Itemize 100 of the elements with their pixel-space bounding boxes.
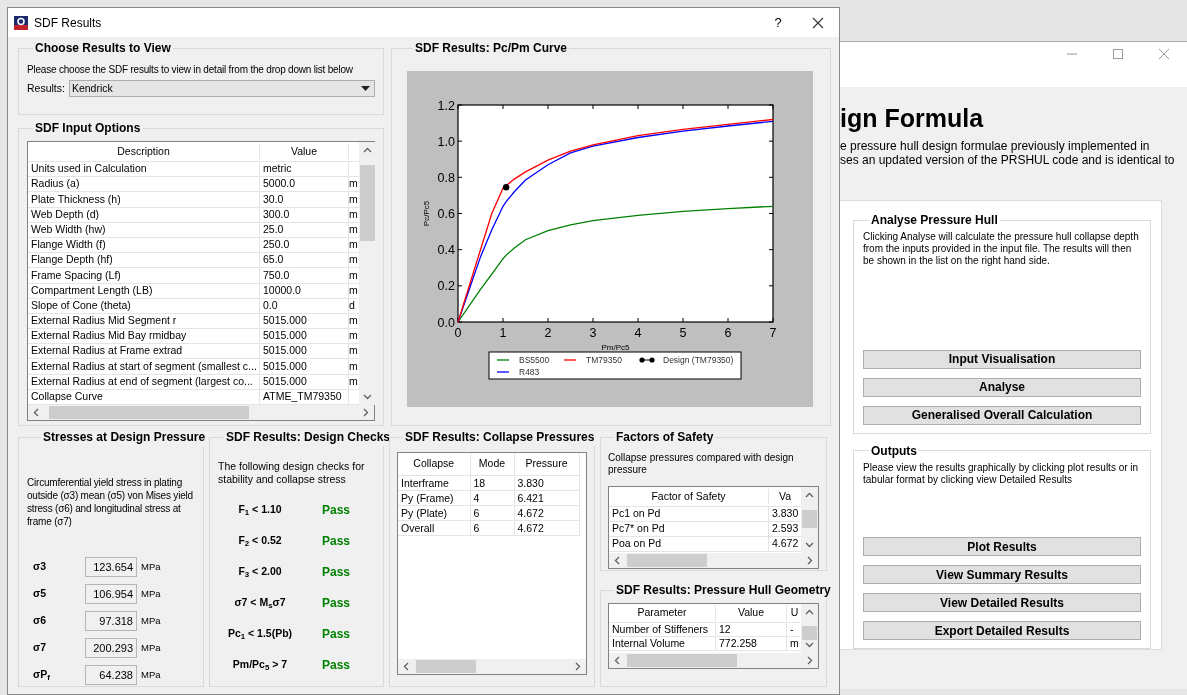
scroll-thumb[interactable] [802,626,817,640]
description-text: Clicking Analyse will calculate the pressure hull collapse depth from the inputs provided in the input file. The results will then be shown in the list on the right hand side. [863,231,1140,267]
table-cell: 18 [470,475,514,490]
help-button[interactable]: ? [758,12,798,33]
table-cell: Poa on Pd [609,536,769,552]
scroll-thumb[interactable] [802,510,817,528]
scroll-thumb[interactable] [416,660,476,673]
scroll-right-icon[interactable] [805,656,814,665]
tick-label: 4 [634,326,642,340]
scroll-up-icon[interactable] [805,608,814,617]
scroll-down-icon[interactable] [363,392,372,401]
value-field: 64.238 [85,665,137,685]
legend-label: TM79350 [586,355,622,365]
legend-line-icon [563,359,577,361]
action-button[interactable]: View Detailed Results [863,593,1141,612]
action-button[interactable]: Input Visualisation [863,349,1141,369]
column-header[interactable]: Mode [470,453,514,475]
scroll-left-icon[interactable] [613,556,622,565]
action-button[interactable]: View Summary Results [863,565,1141,584]
table-cell: Frame Spacing (Lf) [28,267,260,284]
scroll-thumb[interactable] [627,554,707,567]
column-header[interactable]: Pressure [514,453,579,475]
column-header[interactable]: Value [716,605,787,621]
scroll-down-icon[interactable] [805,640,814,649]
table-cell: Py (Plate) [398,505,470,520]
horizontal-scrollbar[interactable] [609,653,818,668]
group-title: SDF Results: Pressure Hull Geometry [615,582,832,599]
scroll-thumb[interactable] [627,654,737,667]
column-header[interactable]: Value [260,143,349,160]
description-text: Collapse pressures compared with design pressure [608,452,795,476]
horizontal-scrollbar[interactable] [28,405,374,420]
scroll-up-icon[interactable] [363,146,372,155]
scroll-right-icon[interactable] [573,662,582,671]
table-cell: 6 [470,520,514,535]
description-text: Circumferential yield stress in plating outside (σ3) mean (σ5) von Mises yield stress (σ6) and longitudinal stress at frame (σ7) [27,476,194,528]
vertical-scrollbar[interactable] [801,604,818,653]
scroll-thumb[interactable] [49,406,249,419]
action-button[interactable]: Analyse [863,377,1141,397]
table-cell: Radius (a) [28,176,260,193]
table-cell: Flange Width (f) [28,237,260,253]
scroll-right-icon[interactable] [361,408,370,417]
column-header[interactable]: Factor of Safety [609,488,769,505]
column-header[interactable]: Parameter [609,605,716,621]
description-text: e pressure hull design formulae previously implemented in [840,139,1151,153]
action-button[interactable]: Plot Results [863,537,1141,556]
scroll-thumb[interactable] [360,165,375,241]
table-cell: Units used in Calculation [28,161,260,177]
unit-label: MPa [141,586,161,601]
table-cell: 4.672 [514,505,579,520]
table-cell: m [349,283,358,296]
description-text: Please choose the SDF results to view in detail from the drop down list below [27,63,354,76]
table-cell: metric [260,161,349,177]
scroll-left-icon[interactable] [402,662,411,671]
table-cell: External Radius at Frame extrad [28,343,260,360]
check-label: F$_{1}$ < 1.10 [237,502,283,518]
table-cell: Number of Stiffeners [609,621,716,638]
column-header[interactable]: Collapse [398,453,470,475]
scroll-up-icon[interactable] [805,491,814,500]
column-header[interactable]: Description [28,143,260,160]
tick-label: 1.0 [437,134,455,149]
vertical-scrollbar[interactable] [801,487,818,553]
table-cell: m [349,359,358,372]
stress-label: σ6 [32,613,48,629]
tick-label: 0.6 [437,207,455,221]
scroll-right-icon[interactable] [805,556,814,565]
description-text: Please view the results graphically by clicking plot results or in tabular format by clicking view Detailed Results [863,461,1140,486]
action-button[interactable]: Export Detailed Results [863,621,1141,640]
group-title: SDF Results: Design Checks [225,429,392,446]
table-cell: ATME_TM79350 [260,389,349,405]
scroll-left-icon[interactable] [32,408,41,417]
horizontal-scrollbar[interactable] [398,659,586,674]
scroll-left-icon[interactable] [613,656,622,665]
table-cell: 5000.0 [260,176,349,193]
table-cell: m [349,329,358,342]
page-heading: ign Formula [840,103,985,133]
scroll-down-icon[interactable] [805,540,814,549]
tick-label: 0.0 [437,315,455,330]
column-header[interactable]: Va [769,488,801,505]
dropdown-caret-icon[interactable] [361,85,370,92]
results-dropdown[interactable]: Kendrick [68,80,375,97]
column-header[interactable]: U [787,605,801,621]
table-cell: External Radius at start of segment (smallest c... [28,358,260,375]
horizontal-scrollbar[interactable] [609,553,818,568]
group-title: Analyse Pressure Hull [870,212,999,229]
table-cell: Web Width (hw) [28,221,260,238]
group-title: Outputs [870,442,918,460]
tick-label: 2 [544,326,552,340]
table-cell: Pc1 on Pd [609,506,769,522]
table-cell: 65.0 [260,252,349,269]
tick-label: 7 [769,326,777,340]
tick-label: 0.4 [437,243,455,258]
group-title: SDF Input Options [34,120,142,137]
value-field: 200.293 [85,638,137,658]
tick-label: 1.2 [437,98,455,113]
table-cell: 5015.000 [260,313,349,329]
app-logo-icon[interactable] [14,15,28,30]
table-cell: 4 [470,490,514,505]
action-button[interactable]: Generalised Overall Calculation [863,405,1141,425]
window-title: SDF Results [34,14,102,32]
table-cell: External Radius Mid Bay rmidbay [28,328,260,345]
